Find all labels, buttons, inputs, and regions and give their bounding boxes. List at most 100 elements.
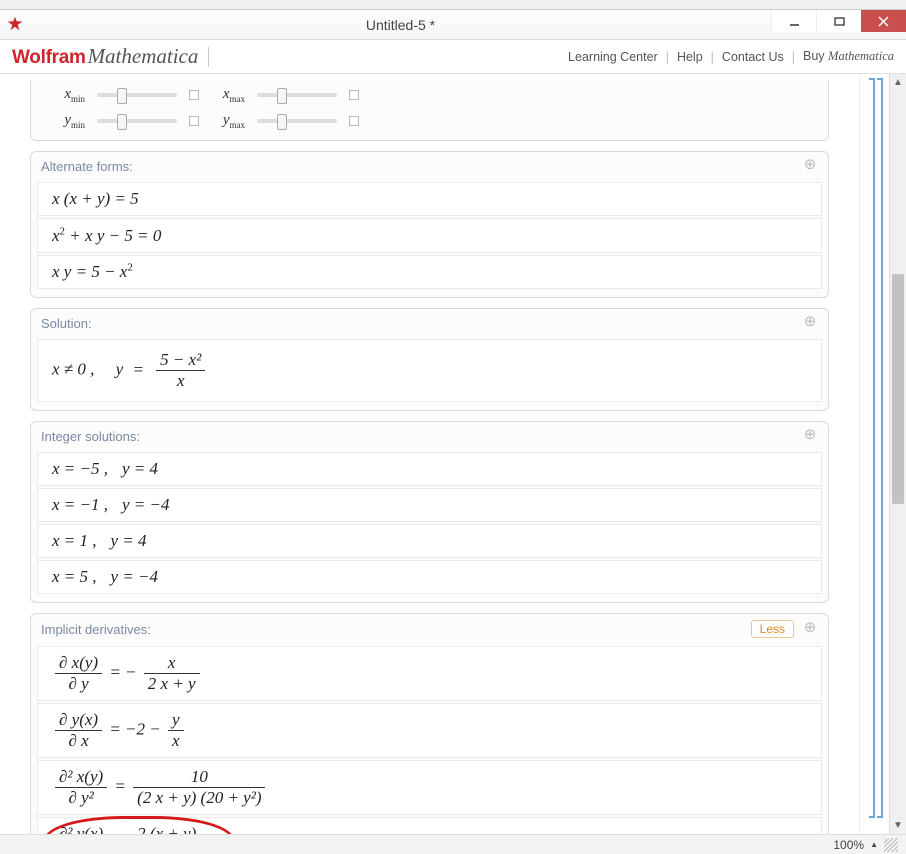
pod-solution: Solution: ⊕ x ≠ 0 , y = 5 − x² x xyxy=(30,308,829,411)
solution-row[interactable]: x ≠ 0 , y = 5 − x² x xyxy=(37,339,822,402)
slider-ymax[interactable] xyxy=(257,119,337,123)
app-icon xyxy=(6,16,24,34)
frac-den: x xyxy=(156,370,205,391)
lhs-frac: ∂ x(y)∂ y xyxy=(55,653,102,694)
cell-brackets xyxy=(859,74,889,834)
link-learning-center[interactable]: Learning Center xyxy=(568,50,658,64)
buy-ital: Mathematica xyxy=(828,49,894,63)
maximize-button[interactable] xyxy=(816,10,861,32)
intsol-row[interactable]: x = 5 , y = −4 xyxy=(37,560,822,594)
intsol-b: y = −4 xyxy=(111,567,159,586)
solution-cond: x ≠ 0 , xyxy=(52,360,94,379)
expr: x (x + y) = 5 xyxy=(52,189,139,208)
slider-row-y: ymin ymax xyxy=(37,108,822,134)
slider-xmax[interactable] xyxy=(257,93,337,97)
expand-icon[interactable]: ⊕ xyxy=(802,428,818,444)
brand-bar: WolframMathematica Learning Center | Hel… xyxy=(0,40,906,74)
expand-icon[interactable]: ⊕ xyxy=(802,158,818,174)
lhs-frac: ∂² x(y)∂ y² xyxy=(55,767,107,808)
pod-alternate-forms: Alternate forms: ⊕ x (x + y) = 5 x2 + x … xyxy=(30,151,829,298)
frac-num: 5 − x² xyxy=(156,350,205,370)
label-ymax: ymax xyxy=(211,112,245,130)
brand-sep xyxy=(208,47,209,67)
titlebar: Untitled-5 * xyxy=(0,10,906,40)
slider-xmax-box[interactable] xyxy=(349,90,359,100)
notebook: xmin xmax ymin ymax xyxy=(0,74,859,834)
intsol-row[interactable]: x = −1 , y = −4 xyxy=(37,488,822,522)
scroll-up-icon[interactable]: ▲ xyxy=(890,74,906,91)
intsol-row[interactable]: x = −5 , y = 4 xyxy=(37,452,822,486)
pod-title: Integer solutions: xyxy=(41,429,140,444)
slider-xmin[interactable] xyxy=(97,93,177,97)
link-sep: | xyxy=(792,50,795,64)
brand-links: Learning Center | Help | Contact Us | Bu… xyxy=(568,49,894,64)
scroll-down-icon[interactable]: ▼ xyxy=(890,817,906,834)
minimize-button[interactable] xyxy=(771,10,816,32)
link-help[interactable]: Help xyxy=(677,50,703,64)
intsol-b: y = 4 xyxy=(111,531,147,550)
pod-implicit-derivatives: Implicit derivatives: Less ⊕ ∂ x(y)∂ y =… xyxy=(30,613,829,834)
mid: = − xyxy=(109,663,136,682)
lhs-frac: ∂ y(x)∂ x xyxy=(55,710,102,751)
intsol-b: y = 4 xyxy=(122,459,158,478)
mid: = −2 − xyxy=(109,720,160,739)
resize-grip[interactable] xyxy=(884,838,898,852)
link-buy[interactable]: Buy Mathematica xyxy=(803,49,894,64)
slider-ymin[interactable] xyxy=(97,119,177,123)
buy-prefix: Buy xyxy=(803,49,828,63)
label-xmin: xmin xyxy=(51,86,85,104)
zoom-level[interactable]: 100% xyxy=(833,838,864,852)
slider-row-x: xmin xmax xyxy=(37,82,822,108)
close-button[interactable] xyxy=(861,10,906,32)
rhs-frac: 2 (x + y)x² xyxy=(133,824,200,834)
less-button[interactable]: Less xyxy=(751,620,794,638)
label-ymin: ymin xyxy=(51,112,85,130)
pod-plot-range: xmin xmax ymin ymax xyxy=(30,80,829,141)
expr: x2 + x y − 5 = 0 xyxy=(52,226,161,245)
status-bar: 100% ▲ xyxy=(0,834,906,854)
impder-row[interactable]: ∂² x(y)∂ y² = 10(2 x + y) (20 + y²) xyxy=(37,760,822,815)
altform-row[interactable]: x2 + x y − 5 = 0 xyxy=(37,218,822,253)
rhs-frac: 10(2 x + y) (20 + y²) xyxy=(133,767,265,808)
impder-row[interactable]: ∂² y(x)∂ x² = 2 (x + y)x² xyxy=(37,817,822,834)
intsol-row[interactable]: x = 1 ,y = 4 xyxy=(37,524,822,558)
scroll-thumb[interactable] xyxy=(892,274,904,504)
altform-row[interactable]: x (x + y) = 5 xyxy=(37,182,822,216)
workspace: xmin xmax ymin ymax xyxy=(0,74,906,834)
cell-bracket[interactable] xyxy=(877,78,883,818)
window-title: Untitled-5 * xyxy=(30,17,771,33)
label-xmax: xmax xyxy=(211,86,245,104)
link-contact-us[interactable]: Contact Us xyxy=(722,50,784,64)
pod-integer-solutions: Integer solutions: ⊕ x = −5 , y = 4 x = −… xyxy=(30,421,829,603)
expand-icon[interactable]: ⊕ xyxy=(802,621,818,637)
impder-row[interactable]: ∂ y(x)∂ x = −2 − yx xyxy=(37,703,822,758)
impder-row[interactable]: ∂ x(y)∂ y = − x2 x + y xyxy=(37,646,822,701)
altform-row[interactable]: x y = 5 − x2 xyxy=(37,255,822,290)
equals: = xyxy=(132,360,143,379)
expr: x y = 5 − x2 xyxy=(52,262,133,281)
y-label: y xyxy=(116,360,124,379)
link-sep: | xyxy=(711,50,714,64)
logo-mathematica: Mathematica xyxy=(88,44,199,68)
logo-wolfram: Wolfram xyxy=(12,47,86,68)
menubar-fragment xyxy=(0,0,906,10)
vertical-scrollbar[interactable]: ▲ ▼ xyxy=(889,74,906,834)
rhs-frac: yx xyxy=(168,710,184,751)
intsol-a: x = 5 , xyxy=(52,567,97,586)
slider-xmin-box[interactable] xyxy=(189,90,199,100)
intsol-a: x = −5 , xyxy=(52,459,108,478)
intsol-b: y = −4 xyxy=(122,495,170,514)
window-buttons xyxy=(771,10,906,39)
expand-icon[interactable]: ⊕ xyxy=(802,315,818,331)
link-sep: | xyxy=(666,50,669,64)
pod-title: Solution: xyxy=(41,316,92,331)
intsol-a: x = −1 , xyxy=(52,495,108,514)
pod-title: Alternate forms: xyxy=(41,159,133,174)
slider-ymax-box[interactable] xyxy=(349,116,359,126)
zoom-arrow-icon[interactable]: ▲ xyxy=(870,840,878,849)
rhs-frac: x2 x + y xyxy=(144,653,200,694)
mid: = xyxy=(114,777,125,796)
slider-ymin-box[interactable] xyxy=(189,116,199,126)
lhs-frac: ∂² y(x)∂ x² xyxy=(55,824,107,834)
cell-bracket[interactable] xyxy=(869,78,875,818)
